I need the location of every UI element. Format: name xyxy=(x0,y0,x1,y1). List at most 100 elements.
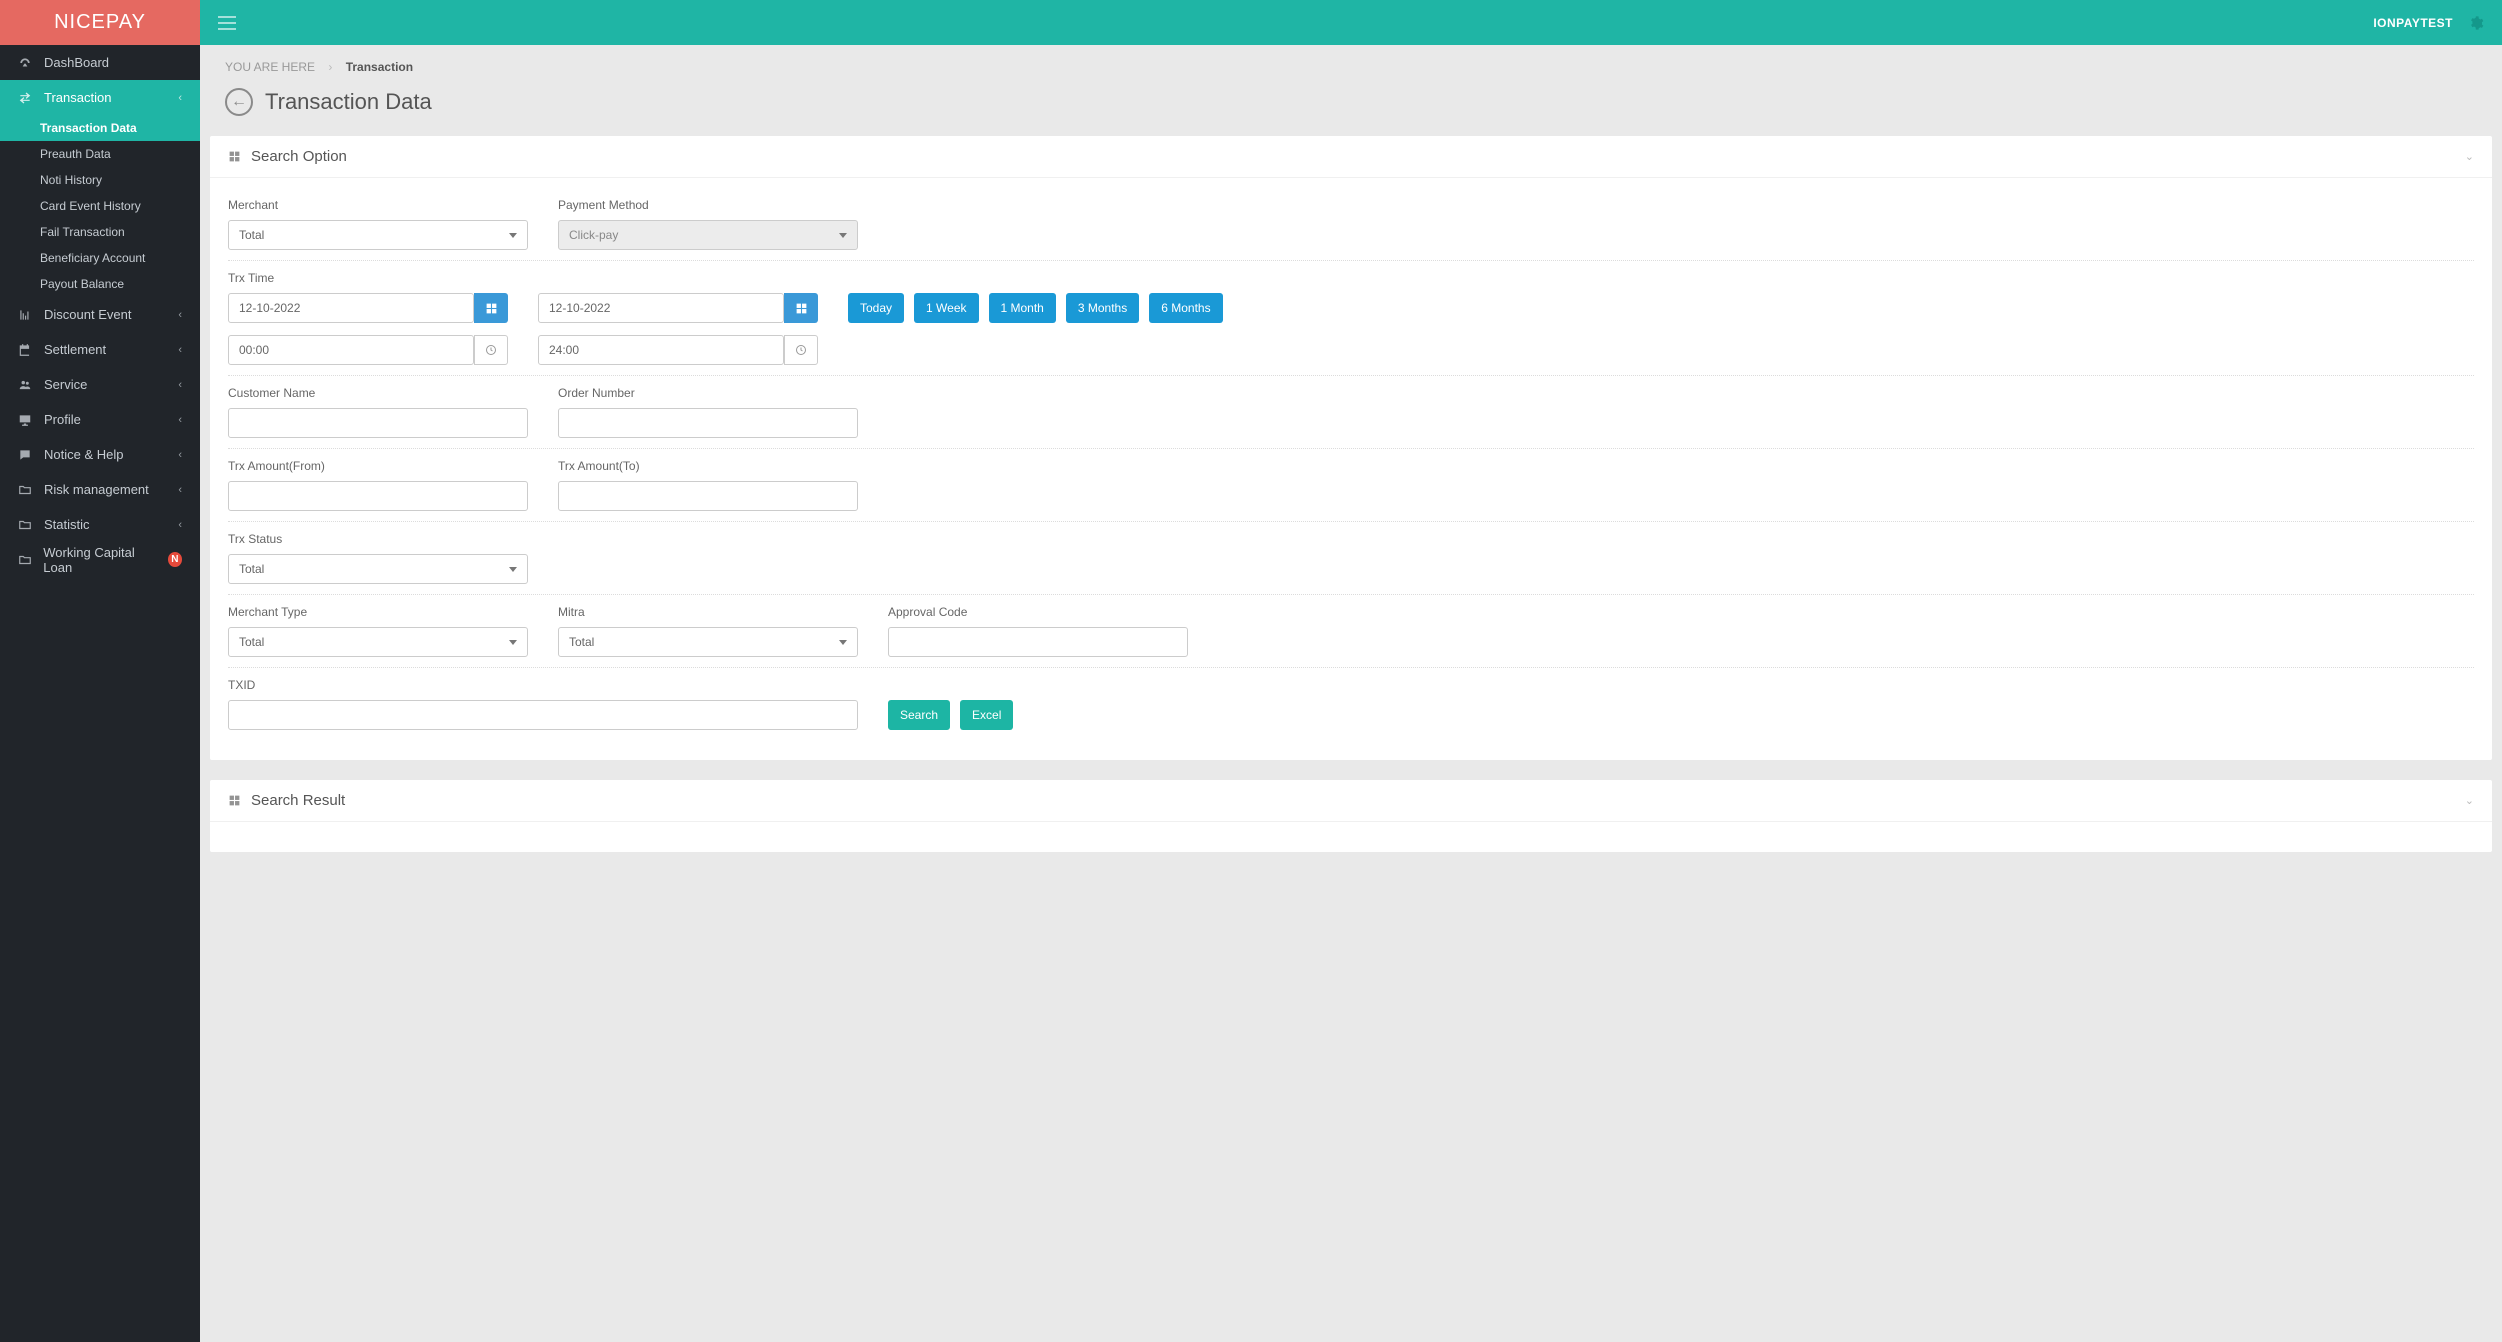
sidebar-item-label: Service xyxy=(44,377,87,392)
sidebar-sub-preauth-data[interactable]: Preauth Data xyxy=(0,141,200,167)
time-to-input[interactable] xyxy=(538,335,784,365)
sidebar-item-label: DashBoard xyxy=(44,55,109,70)
approval-code-label: Approval Code xyxy=(888,605,1188,619)
sidebar-item-profile[interactable]: Profile ‹ xyxy=(0,402,200,437)
date-from-input[interactable] xyxy=(228,293,474,323)
sidebar-item-dashboard[interactable]: DashBoard xyxy=(0,45,200,80)
caret-down-icon xyxy=(839,233,847,238)
chevron-down-icon[interactable]: ⌄ xyxy=(2465,794,2474,807)
sidebar: DashBoard Transaction ‹ Transaction Data… xyxy=(0,45,200,1342)
chart-icon xyxy=(18,308,34,322)
app-logo[interactable]: NICEPAY xyxy=(0,0,200,45)
new-badge: N xyxy=(168,552,182,567)
sidebar-sub-noti-history[interactable]: Noti History xyxy=(0,167,200,193)
sidebar-item-risk-management[interactable]: Risk management ‹ xyxy=(0,472,200,507)
payment-method-label: Payment Method xyxy=(558,198,858,212)
panel-title: Search Result xyxy=(251,792,345,809)
trx-amount-to-input[interactable] xyxy=(558,481,858,511)
order-number-input[interactable] xyxy=(558,408,858,438)
comment-icon xyxy=(18,448,34,462)
customer-name-label: Customer Name xyxy=(228,386,528,400)
nav-sub-label: Preauth Data xyxy=(40,147,111,161)
quick-1month-button[interactable]: 1 Month xyxy=(989,293,1056,323)
date-from-picker-button[interactable] xyxy=(474,293,508,323)
calendar-grid-icon xyxy=(795,302,808,315)
grid-icon xyxy=(228,150,241,163)
time-to-picker-button[interactable] xyxy=(784,335,818,365)
sidebar-item-label: Statistic xyxy=(44,517,90,532)
txid-input[interactable] xyxy=(228,700,858,730)
chevron-left-icon: ‹ xyxy=(178,449,182,461)
panel-title: Search Option xyxy=(251,148,347,165)
nav-sub-label: Card Event History xyxy=(40,199,141,213)
caret-down-icon xyxy=(509,233,517,238)
select-value: Total xyxy=(569,635,594,649)
time-from-picker-button[interactable] xyxy=(474,335,508,365)
back-button[interactable]: ← xyxy=(225,88,253,116)
trx-amount-from-input[interactable] xyxy=(228,481,528,511)
date-to-picker-button[interactable] xyxy=(784,293,818,323)
order-number-label: Order Number xyxy=(558,386,858,400)
user-label[interactable]: IONPAYTEST xyxy=(2373,16,2453,30)
calendar-grid-icon xyxy=(485,302,498,315)
sidebar-item-service[interactable]: Service ‹ xyxy=(0,367,200,402)
sidebar-item-working-capital-loan[interactable]: Working Capital Loan N xyxy=(0,542,200,577)
sidebar-item-transaction[interactable]: Transaction ‹ xyxy=(0,80,200,115)
nav-sub-label: Beneficiary Account xyxy=(40,251,145,265)
menu-toggle-icon[interactable] xyxy=(218,16,236,30)
trx-amount-from-label: Trx Amount(From) xyxy=(228,459,528,473)
users-icon xyxy=(18,378,34,392)
sidebar-item-label: Working Capital Loan xyxy=(43,545,161,575)
quick-1week-button[interactable]: 1 Week xyxy=(914,293,978,323)
trx-status-label: Trx Status xyxy=(228,532,528,546)
search-result-panel: Search Result ⌄ xyxy=(210,780,2492,852)
merchant-type-select[interactable]: Total xyxy=(228,627,528,657)
chevron-right-icon: › xyxy=(328,60,332,74)
sidebar-item-label: Risk management xyxy=(44,482,149,497)
grid-icon xyxy=(228,794,241,807)
folder-icon xyxy=(18,483,34,497)
clock-icon xyxy=(795,344,807,356)
quick-6months-button[interactable]: 6 Months xyxy=(1149,293,1222,323)
select-value: Click-pay xyxy=(569,228,618,242)
quick-today-button[interactable]: Today xyxy=(848,293,904,323)
gear-icon[interactable] xyxy=(2468,15,2484,31)
date-to-input[interactable] xyxy=(538,293,784,323)
customer-name-input[interactable] xyxy=(228,408,528,438)
chevron-left-icon: ‹ xyxy=(178,484,182,496)
sidebar-item-discount-event[interactable]: Discount Event ‹ xyxy=(0,297,200,332)
sidebar-sub-transaction-data[interactable]: Transaction Data xyxy=(0,115,200,141)
trx-amount-to-label: Trx Amount(To) xyxy=(558,459,858,473)
approval-code-input[interactable] xyxy=(888,627,1188,657)
sidebar-item-label: Discount Event xyxy=(44,307,131,322)
breadcrumb: YOU ARE HERE › Transaction xyxy=(225,60,2477,74)
search-button[interactable]: Search xyxy=(888,700,950,730)
nav-sub-label: Fail Transaction xyxy=(40,225,125,239)
calendar-icon xyxy=(18,343,34,357)
time-from-input[interactable] xyxy=(228,335,474,365)
trx-time-label: Trx Time xyxy=(228,271,1223,285)
excel-button[interactable]: Excel xyxy=(960,700,1013,730)
chevron-left-icon: ‹ xyxy=(178,309,182,321)
sidebar-sub-payout-balance[interactable]: Payout Balance xyxy=(0,271,200,297)
sidebar-item-statistic[interactable]: Statistic ‹ xyxy=(0,507,200,542)
caret-down-icon xyxy=(509,640,517,645)
sidebar-item-notice-help[interactable]: Notice & Help ‹ xyxy=(0,437,200,472)
mitra-label: Mitra xyxy=(558,605,858,619)
chevron-down-icon[interactable]: ⌄ xyxy=(2465,150,2474,163)
sidebar-item-settlement[interactable]: Settlement ‹ xyxy=(0,332,200,367)
mitra-select[interactable]: Total xyxy=(558,627,858,657)
sidebar-sub-card-event-history[interactable]: Card Event History xyxy=(0,193,200,219)
sidebar-sub-fail-transaction[interactable]: Fail Transaction xyxy=(0,219,200,245)
select-value: Total xyxy=(239,228,264,242)
nav-sub-label: Noti History xyxy=(40,173,102,187)
quick-3months-button[interactable]: 3 Months xyxy=(1066,293,1139,323)
merchant-select[interactable]: Total xyxy=(228,220,528,250)
merchant-type-label: Merchant Type xyxy=(228,605,528,619)
trx-status-select[interactable]: Total xyxy=(228,554,528,584)
select-value: Total xyxy=(239,635,264,649)
clock-icon xyxy=(485,344,497,356)
sidebar-sub-beneficiary-account[interactable]: Beneficiary Account xyxy=(0,245,200,271)
breadcrumb-prefix: YOU ARE HERE xyxy=(225,60,315,74)
payment-method-select[interactable]: Click-pay xyxy=(558,220,858,250)
